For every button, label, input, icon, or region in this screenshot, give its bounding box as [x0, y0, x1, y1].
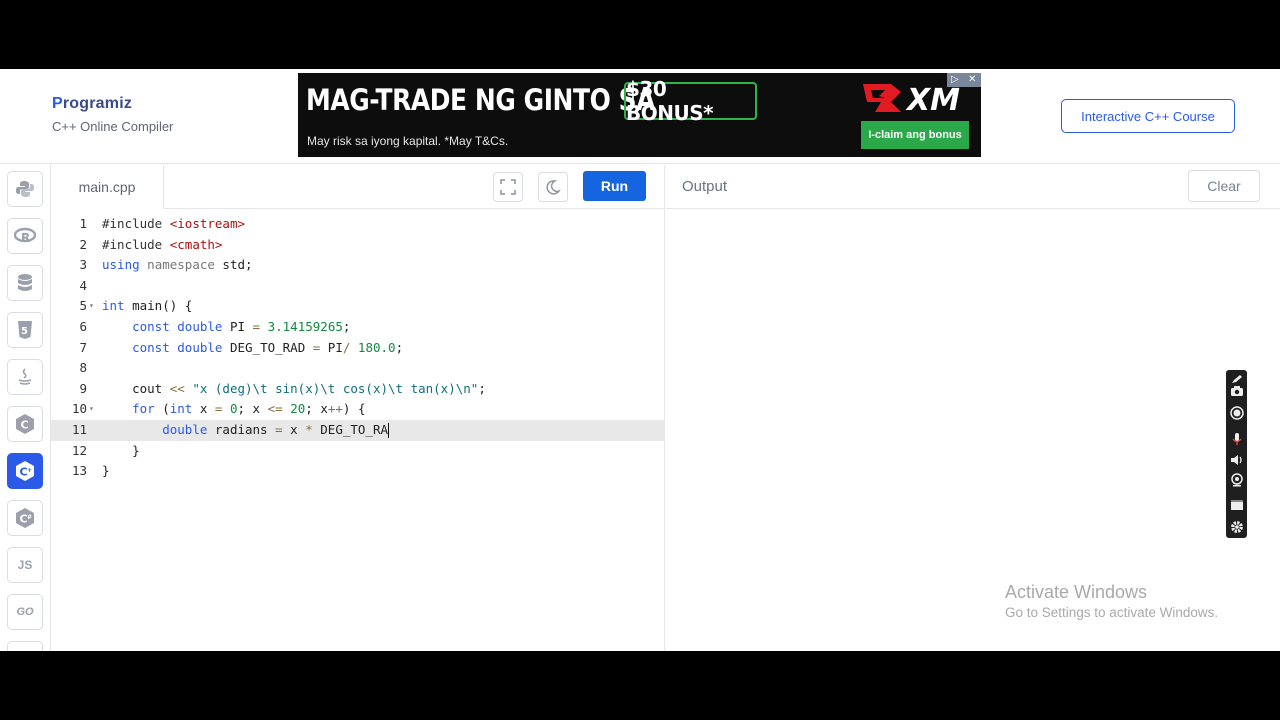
- ad-choices-icon[interactable]: ▷ ✕: [947, 73, 981, 87]
- code-text: #include <cmath>: [102, 236, 223, 252]
- ad-disclaimer: May risk sa iyong kapital. *May T&Cs.: [307, 134, 509, 148]
- microphone-icon[interactable]: [1228, 431, 1245, 447]
- svg-text:5: 5: [21, 326, 28, 337]
- speaker-icon[interactable]: [1228, 452, 1245, 468]
- code-line[interactable]: 7 const double DEG_TO_RAD = PI/ 180.0;: [51, 338, 665, 359]
- js-icon[interactable]: JS: [7, 547, 43, 583]
- watermark-subtitle: Go to Settings to activate Windows.: [1005, 605, 1219, 620]
- watermark-title: Activate Windows: [1005, 582, 1148, 602]
- output-panel: Output Clear: [666, 165, 1280, 651]
- expand-icon: [500, 179, 516, 195]
- compiler-subtitle: C++ Online Compiler: [52, 119, 174, 134]
- logo-wordmark: Programiz: [52, 95, 133, 112]
- cpp-icon[interactable]: C +: [7, 453, 43, 489]
- line-number: 7: [79, 339, 87, 355]
- js-icon-label: JS: [17, 558, 33, 572]
- go-icon-label: GO: [16, 606, 34, 618]
- clear-button[interactable]: Clear: [1188, 170, 1260, 202]
- code-text: }: [102, 442, 140, 458]
- java-icon[interactable]: [7, 359, 43, 395]
- line-number: 2: [79, 236, 87, 252]
- code-text: #include <iostream>: [102, 216, 246, 231]
- activate-windows-watermark: Activate Windows Go to Settings to activ…: [1005, 582, 1218, 620]
- svg-text:#: #: [27, 514, 32, 521]
- output-header: Output Clear: [666, 165, 1280, 209]
- file-tab[interactable]: main.cpp: [51, 165, 164, 209]
- line-number: 1: [79, 216, 87, 231]
- go-icon[interactable]: GO: [7, 594, 43, 630]
- ad-info-icon: ▷: [951, 74, 959, 85]
- code-line[interactable]: 4: [51, 276, 665, 297]
- code-text: const double PI = 3.14159265;: [132, 319, 351, 334]
- code-text: const double DEG_TO_RAD = PI/ 180.0;: [132, 339, 404, 355]
- interactive-course-button[interactable]: Interactive C++ Course: [1061, 99, 1235, 133]
- code-text: using namespace std;: [102, 257, 253, 273]
- ad-banner[interactable]: MAG-TRADE NG GINTO SA $30 BONUS* May ris…: [298, 73, 981, 157]
- screen-recorder-toolbar: [1226, 370, 1247, 538]
- code-editor-panel: main.cpp Run 1 #include <iostream> 2 #inclu…: [51, 165, 665, 651]
- html5-icon[interactable]: 5: [7, 312, 43, 348]
- code-line[interactable]: 10 ▾ for (int x = 0; x <= 20; x++) {: [51, 399, 665, 420]
- line-number: 13: [71, 463, 87, 479]
- sidebar-more-icon[interactable]: [7, 641, 43, 651]
- run-button[interactable]: Run: [583, 171, 646, 201]
- code-line[interactable]: 12 }: [51, 441, 665, 462]
- line-number: 12: [71, 442, 87, 458]
- header: Programiz C++ Online Compiler MAG-TRADE …: [0, 69, 1280, 164]
- language-sidebar: R 5 C C + C # JS GO: [0, 165, 51, 651]
- code-line[interactable]: 8: [51, 358, 665, 379]
- code-line[interactable]: 2 #include <cmath>: [51, 235, 665, 256]
- ad-close-icon[interactable]: ✕: [968, 73, 976, 87]
- line-number: 4: [79, 277, 87, 293]
- dark-mode-button[interactable]: [538, 172, 568, 202]
- csharp-icon[interactable]: C #: [7, 500, 43, 536]
- code-area[interactable]: 1 #include <iostream> 2 #include <cmath> 3 us…: [51, 210, 665, 651]
- text-caret: [388, 423, 390, 438]
- code-line[interactable]: 5 ▾ int main() {: [51, 296, 665, 317]
- svg-text:C: C: [21, 419, 29, 432]
- code-text: cout << "x (deg)\t sin(x)\t cos(x)\t tan…: [102, 380, 486, 396]
- code-text: }: [102, 463, 110, 479]
- code-line[interactable]: 6 const double PI = 3.14159265;: [51, 317, 665, 338]
- code-line[interactable]: 11 double radians = x * DEG_TO_RA: [51, 420, 665, 441]
- line-number: 5: [79, 298, 87, 314]
- output-title: Output: [682, 178, 728, 195]
- python-icon[interactable]: [7, 171, 43, 207]
- code-text: double radians = x * DEG_TO_RA: [162, 422, 390, 438]
- code-line[interactable]: 13}: [51, 461, 665, 482]
- code-text: for (int x = 0; x <= 20; x++) {: [132, 401, 366, 417]
- fold-arrow-icon[interactable]: ▾: [89, 296, 94, 317]
- code-line[interactable]: 3 using namespace std;: [51, 255, 665, 276]
- line-number: 10: [71, 401, 87, 417]
- svg-text:+: +: [27, 467, 32, 474]
- xm-logo-text: XM: [905, 83, 960, 116]
- fold-arrow-icon[interactable]: ▾: [89, 399, 94, 420]
- r-icon[interactable]: R: [7, 218, 43, 254]
- window-icon[interactable]: [1228, 497, 1245, 513]
- c-icon[interactable]: C: [7, 406, 43, 442]
- line-number: 8: [79, 360, 87, 376]
- moon-icon: [546, 180, 561, 195]
- webcam-icon[interactable]: [1228, 472, 1245, 488]
- code-line[interactable]: 9 cout << "x (deg)\t sin(x)\t cos(x)\t t…: [51, 379, 665, 400]
- line-number: 6: [79, 319, 87, 334]
- ad-headline: MAG-TRADE NG GINTO SA: [306, 83, 655, 117]
- line-number: 3: [79, 257, 87, 273]
- settings-icon[interactable]: [1228, 519, 1245, 535]
- svg-text:R: R: [21, 231, 30, 245]
- camera-icon[interactable]: [1228, 383, 1245, 399]
- line-number: 11: [71, 422, 87, 437]
- code-text: int main() {: [102, 298, 193, 314]
- page: Programiz C++ Online Compiler MAG-TRADE …: [0, 69, 1280, 651]
- line-number: 9: [79, 380, 87, 396]
- ad-claim-button[interactable]: I-claim ang bonus: [861, 121, 969, 149]
- database-icon[interactable]: [7, 265, 43, 301]
- programiz-logo[interactable]: Programiz C++ Online Compiler: [52, 95, 173, 134]
- editor-toolbar: main.cpp Run: [51, 165, 665, 209]
- record-icon[interactable]: [1228, 405, 1245, 421]
- ad-bonus-badge: $30 BONUS*: [624, 77, 757, 125]
- code-line[interactable]: 1 #include <iostream>: [51, 214, 665, 235]
- fullscreen-button[interactable]: [493, 172, 523, 202]
